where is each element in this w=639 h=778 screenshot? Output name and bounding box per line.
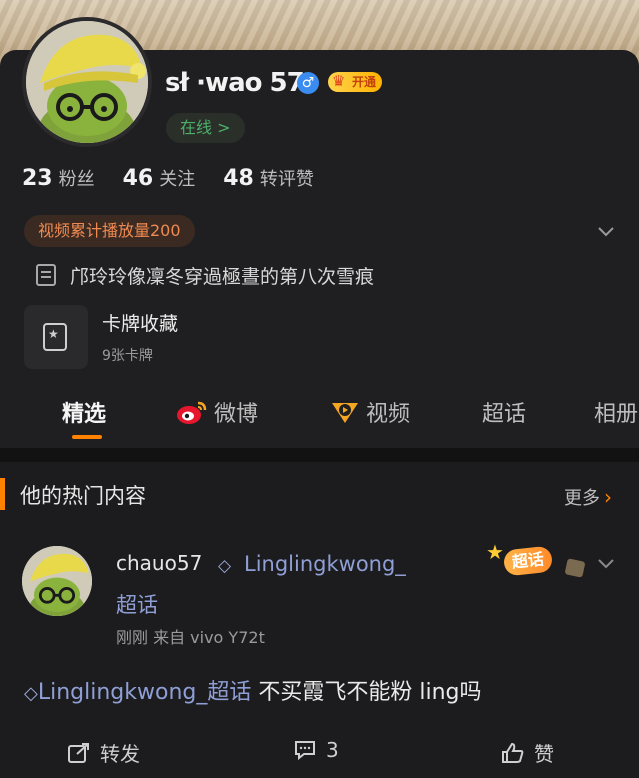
video-plays-badge[interactable]: 视频累计播放量200: [24, 215, 195, 247]
stat-interactions[interactable]: 48 转评赞: [223, 165, 314, 191]
more-label: 更多: [564, 488, 600, 509]
supertopic-link[interactable]: Linglingkwong_: [244, 552, 406, 576]
tab-label: 精选: [62, 402, 107, 427]
post-author-avatar[interactable]: [22, 546, 92, 616]
stat-label: 转评赞: [259, 169, 314, 190]
section-title: 他的热门内容: [20, 484, 146, 508]
male-gender-icon: ♂: [297, 72, 319, 94]
tab-label: 超话: [482, 402, 527, 427]
profile-username: sł ·wao 57: [165, 68, 305, 98]
weibo-logo-icon: [176, 399, 208, 425]
star-icon: ★: [486, 540, 504, 564]
comment-icon: [294, 740, 316, 761]
profile-stats: 23 粉丝 46 关注 48 转评赞: [22, 165, 314, 191]
stat-number: 48: [223, 166, 254, 191]
stat-followers[interactable]: 23 粉丝: [22, 165, 95, 191]
supertopic-link-suffix[interactable]: 超话: [116, 589, 158, 619]
post-topic-link[interactable]: Linglingkwong_超话: [38, 680, 252, 705]
card-collection-title[interactable]: 卡牌收藏: [102, 309, 178, 336]
post-text: 不买霞飞不能粉 ling吗: [251, 680, 482, 705]
card-icon: [43, 323, 67, 351]
tab-featured[interactable]: 精选: [62, 396, 106, 428]
chevron-down-icon[interactable]: [597, 554, 615, 577]
repost-button[interactable]: 转发: [68, 738, 140, 767]
comment-button[interactable]: 3: [294, 738, 339, 762]
stat-following[interactable]: 46 关注: [123, 165, 196, 191]
diamond-icon: ◇: [24, 683, 38, 704]
comment-count: 3: [326, 738, 339, 762]
stat-number: 23: [22, 166, 53, 191]
post-meta: 刚刚 来自 vivo Y72t: [116, 628, 265, 647]
post-actions: 转发 3 赞: [0, 738, 639, 770]
section-accent-bar: [0, 478, 5, 510]
active-tab-indicator: [72, 435, 102, 439]
supertopic-badge-label: 超话: [502, 545, 554, 577]
online-status-pill[interactable]: 在线 >: [166, 113, 245, 143]
tab-weibo[interactable]: 微博: [176, 396, 258, 428]
diamond-icon: ◇: [218, 556, 232, 576]
frog-avatar-icon: [26, 21, 148, 143]
card-collection-tile[interactable]: [24, 305, 88, 369]
tab-label: 视频: [366, 402, 411, 427]
tab-supertopic[interactable]: 超话: [482, 396, 526, 428]
video-play-icon: [330, 399, 360, 425]
vip-open-badge[interactable]: ♛ 开通: [328, 72, 383, 92]
tab-label: 微博: [214, 402, 259, 427]
card-collection-count: 9张卡牌: [102, 348, 153, 364]
profile-bio: 邝玲玲像凜冬穿過極晝的第八次雪痕: [70, 266, 375, 288]
chevron-right-icon: ›: [604, 485, 612, 509]
more-link[interactable]: 更多 ›: [564, 484, 612, 510]
stat-number: 46: [122, 166, 154, 191]
thumbs-up-icon: [502, 742, 524, 763]
profile-tabs: 精选 微博 视频 超话 相册: [0, 390, 639, 440]
tab-label: 相册: [594, 402, 639, 427]
profile-avatar[interactable]: [22, 17, 152, 147]
chevron-down-icon[interactable]: [597, 222, 615, 240]
repost-label: 转发: [100, 742, 140, 766]
like-button[interactable]: 赞: [502, 738, 554, 767]
post-author-name[interactable]: chauo57: [116, 551, 202, 575]
stat-label: 粉丝: [58, 169, 95, 190]
tab-video[interactable]: 视频: [330, 396, 410, 428]
repost-icon: [68, 742, 90, 763]
crown-icon: ♛: [332, 72, 346, 90]
like-label: 赞: [534, 742, 554, 766]
gem-icon: [564, 558, 586, 578]
document-icon: [36, 264, 56, 286]
tab-album[interactable]: 相册: [594, 396, 638, 428]
stat-label: 关注: [159, 169, 196, 190]
frog-avatar-icon: [22, 546, 92, 616]
section-divider: [0, 448, 639, 462]
post-body: ◇Linglingkwong_超话 不买霞飞不能粉 ling吗: [24, 674, 481, 706]
supertopic-badge[interactable]: ★ 超话: [486, 540, 562, 578]
vip-open-label: 开通: [352, 75, 377, 89]
